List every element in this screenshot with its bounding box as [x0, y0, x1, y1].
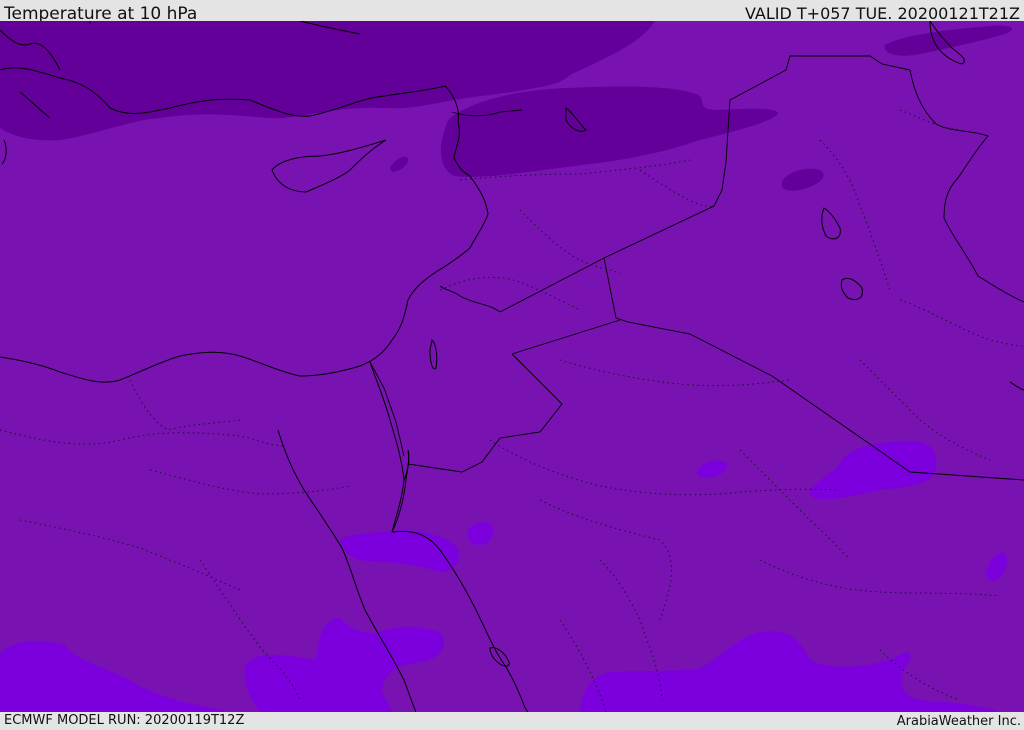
footer-bar: ECMWF MODEL RUN: 20200119T12Z ArabiaWeat…: [0, 712, 1024, 729]
header-bar: Temperature at 10 hPa VALID T+057 TUE. 2…: [0, 0, 1024, 24]
model-run: ECMWF MODEL RUN: 20200119T12Z: [4, 713, 245, 728]
map-canvas: [0, 21, 1024, 712]
weather-map[interactable]: [0, 21, 1024, 712]
credit: ArabiaWeather Inc.: [896, 714, 1021, 729]
